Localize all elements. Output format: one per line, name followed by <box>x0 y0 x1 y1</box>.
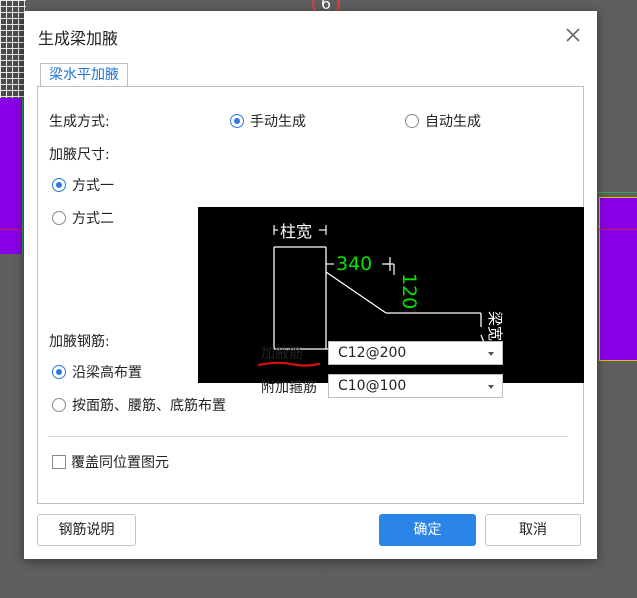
dialog-title: 生成梁加腋 <box>38 29 119 48</box>
radio-auto-generate[interactable]: 自动生成 <box>405 111 481 131</box>
radio-by-face-label: 按面筋、腰筋、底筋布置 <box>72 398 226 414</box>
rebar-help-button[interactable]: 钢筋说明 <box>37 514 136 546</box>
radio-manual-indicator <box>230 114 244 128</box>
red-underline-annotation <box>257 361 321 367</box>
haunch-rebar-combo[interactable]: C12@200 <box>328 341 503 365</box>
radio-by-face-bars[interactable]: 按面筋、腰筋、底筋布置 <box>52 395 226 415</box>
radio-option2-label: 方式二 <box>72 211 114 227</box>
override-checkbox[interactable]: 覆盖同位置图元 <box>52 452 169 472</box>
ok-button[interactable]: 确定 <box>379 514 476 546</box>
radio-size-option1[interactable]: 方式一 <box>52 175 114 195</box>
tab-bar: 梁水平加腋 <box>37 63 584 87</box>
cad-purple-element-left <box>0 98 23 254</box>
chevron-down-icon <box>488 385 494 389</box>
tab-horizontal-haunch[interactable]: 梁水平加腋 <box>40 63 128 87</box>
separator-line <box>48 436 568 437</box>
close-x-glyph <box>566 28 580 42</box>
column-width-text: 柱宽 <box>280 222 312 241</box>
radio-size-option2[interactable]: 方式二 <box>52 208 114 228</box>
haunch-rebar-value: C12@200 <box>338 345 407 361</box>
dialog-titlebar: 生成梁加腋 <box>24 11 597 61</box>
cad-green-line <box>596 192 637 193</box>
radio-option1-indicator <box>52 178 66 192</box>
radio-by-face-indicator <box>52 398 66 412</box>
stirrup-combo[interactable]: C10@100 <box>328 374 503 398</box>
cancel-button[interactable]: 取消 <box>485 514 581 546</box>
radio-along-height-label: 沿梁高布置 <box>72 365 142 381</box>
override-checkbox-box <box>52 455 66 469</box>
radio-auto-label: 自动生成 <box>425 114 481 130</box>
chevron-down-icon <box>488 352 494 356</box>
radio-along-height-indicator <box>52 365 66 379</box>
haunch-slope <box>325 271 387 314</box>
radio-option2-indicator <box>52 211 66 225</box>
close-icon[interactable] <box>562 24 584 46</box>
radio-manual-generate[interactable]: 手动生成 <box>230 111 306 131</box>
haunch-height-text: 120 <box>398 273 420 309</box>
tab-panel: 生成方式: 手动生成 自动生成 加腋尺寸: 方式一 方式二 柱宽 340 120… <box>37 86 584 504</box>
radio-option1-label: 方式一 <box>72 178 114 194</box>
stirrup-field-label: 附加箍筋 <box>261 380 317 396</box>
cad-axis-line-vertical <box>325 560 326 598</box>
haunch-size-label: 加腋尺寸: <box>49 147 110 163</box>
cad-purple-element-right <box>599 197 637 361</box>
haunch-rebar-section-label: 加腋钢筋: <box>49 334 110 350</box>
haunch-dialog: 生成梁加腋 梁水平加腋 生成方式: 手动生成 自动生成 加腋尺寸: 方式一 方式… <box>24 11 597 559</box>
radio-auto-indicator <box>405 114 419 128</box>
radio-manual-label: 手动生成 <box>250 114 306 130</box>
beam-width-text: 梁宽 <box>486 311 504 341</box>
stirrup-value: C10@100 <box>338 378 407 394</box>
haunch-length-text: 340 <box>336 253 372 275</box>
cad-grid-area <box>0 0 26 100</box>
override-checkbox-label: 覆盖同位置图元 <box>71 455 169 471</box>
radio-along-beam-height[interactable]: 沿梁高布置 <box>52 362 142 382</box>
generation-mode-label: 生成方式: <box>49 114 110 130</box>
